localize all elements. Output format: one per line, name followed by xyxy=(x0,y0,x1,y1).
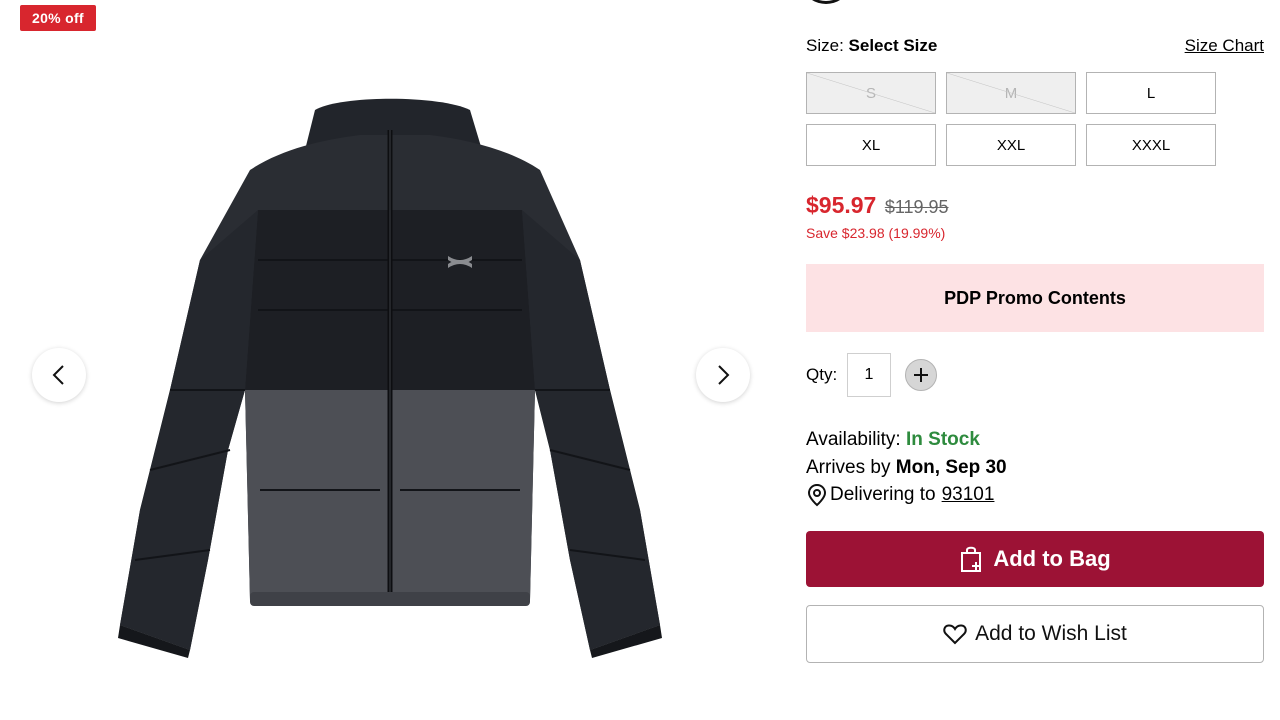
heart-icon xyxy=(943,624,967,645)
size-chart-link[interactable]: Size Chart xyxy=(1185,36,1264,56)
product-gallery: 20% off xyxy=(0,0,780,720)
arrival-line: Arrives by Mon, Sep 30 xyxy=(806,457,1007,479)
delivering-label: Delivering to xyxy=(830,484,936,505)
price-block: $95.97 $119.95 xyxy=(806,192,949,222)
size-header: Size: Select Size Size Chart xyxy=(806,34,1264,58)
arrives-label: Arrives by xyxy=(806,457,891,478)
chevron-right-icon xyxy=(718,365,730,385)
plus-icon xyxy=(914,368,928,382)
quantity-stepper: Qty: xyxy=(806,353,1006,397)
arrival-date: Mon, Sep 30 xyxy=(895,457,1007,478)
current-price: $95.97 xyxy=(806,192,877,218)
size-option-s[interactable]: S xyxy=(806,72,936,114)
savings-text: Save $23.98 (19.99%) xyxy=(806,225,946,241)
quantity-input[interactable] xyxy=(847,353,891,397)
add-to-bag-label: Add to Bag xyxy=(993,546,1111,571)
add-to-wishlist-button[interactable]: Add to Wish List xyxy=(806,605,1264,663)
increase-quantity-button[interactable] xyxy=(905,359,937,391)
promo-banner: PDP Promo Contents xyxy=(806,264,1264,332)
partial-circle-icon xyxy=(806,0,846,4)
delivery-line: Delivering to 93101 xyxy=(806,483,994,507)
chevron-left-icon xyxy=(52,365,64,385)
availability-label: Availability: xyxy=(806,429,901,450)
stock-status: In Stock xyxy=(905,429,980,450)
discount-badge: 20% off xyxy=(20,5,96,31)
shopping-bag-icon xyxy=(961,546,982,572)
availability-line: Availability: In Stock xyxy=(806,429,980,451)
size-label: Size: Select Size xyxy=(806,36,938,55)
selected-size-text: Select Size xyxy=(848,36,938,55)
next-image-button[interactable] xyxy=(696,348,750,402)
product-image xyxy=(118,98,662,658)
location-pin-icon xyxy=(807,483,827,507)
size-option-l[interactable]: L xyxy=(1086,72,1216,114)
size-option-m[interactable]: M xyxy=(946,72,1076,114)
size-option-xl[interactable]: XL xyxy=(806,124,936,166)
size-option-xxl[interactable]: XXL xyxy=(946,124,1076,166)
quantity-label: Qty: xyxy=(806,365,838,384)
zip-code-link[interactable]: 93101 xyxy=(942,484,995,506)
wishlist-label: Add to Wish List xyxy=(975,622,1127,645)
previous-image-button[interactable] xyxy=(32,348,86,402)
original-price: $119.95 xyxy=(884,197,949,217)
size-option-xxxl[interactable]: XXXL xyxy=(1086,124,1216,166)
add-to-bag-button[interactable]: Add to Bag xyxy=(806,531,1264,587)
